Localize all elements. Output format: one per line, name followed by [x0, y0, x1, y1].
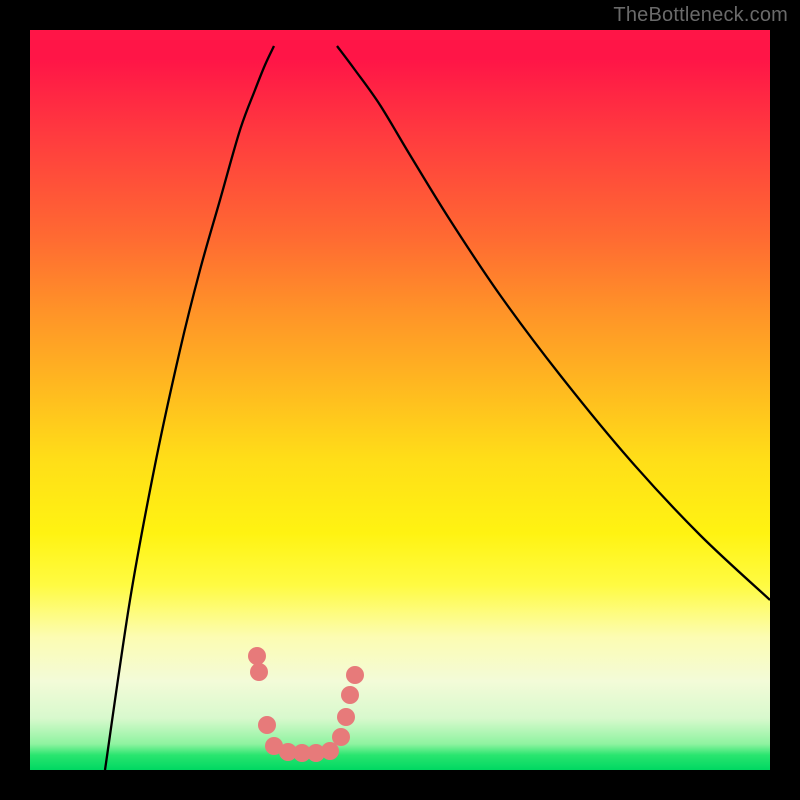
marker-group: [248, 647, 364, 762]
chart-svg: [30, 30, 770, 770]
right-curve: [337, 46, 770, 600]
watermark-text: TheBottleneck.com: [613, 4, 788, 27]
data-marker: [346, 666, 364, 684]
data-marker: [332, 728, 350, 746]
data-marker: [341, 686, 359, 704]
data-marker: [258, 716, 276, 734]
plot-area: [30, 30, 770, 770]
data-marker: [337, 708, 355, 726]
left-curve: [105, 46, 274, 770]
data-marker: [321, 742, 339, 760]
data-marker: [248, 647, 266, 665]
chart-stage: TheBottleneck.com: [0, 0, 800, 800]
data-marker: [250, 663, 268, 681]
